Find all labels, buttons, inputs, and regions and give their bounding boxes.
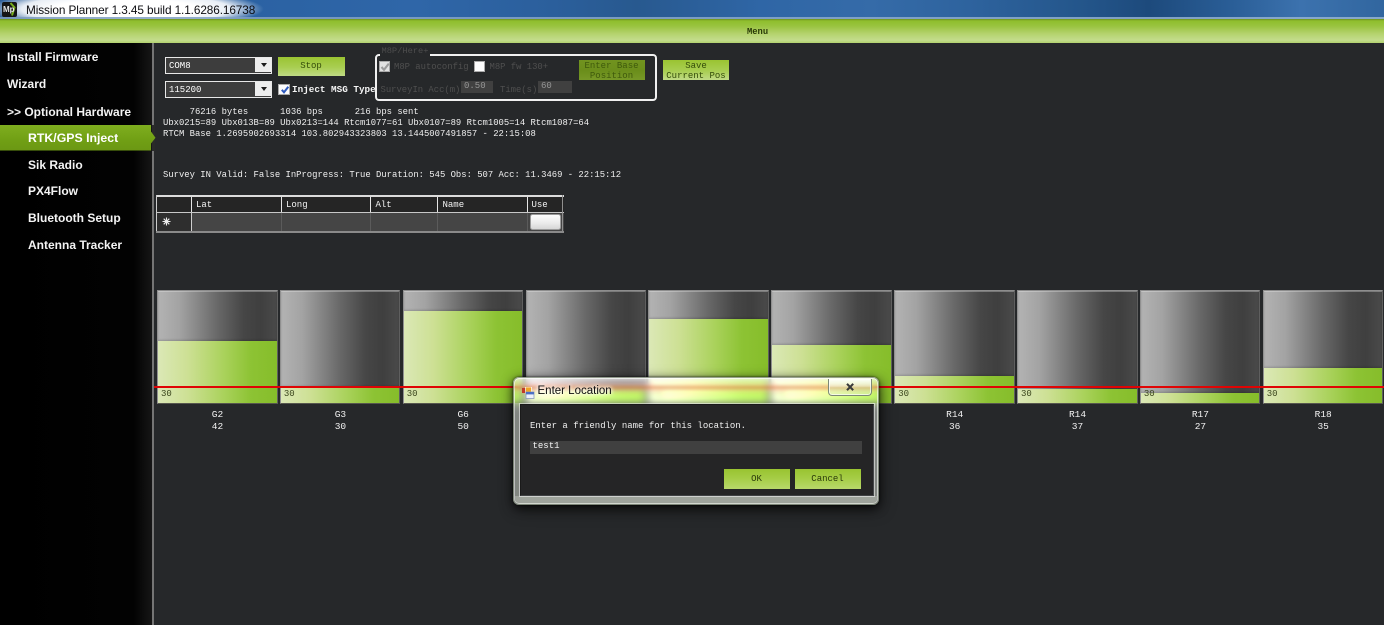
svg-text:Mp: Mp <box>3 5 15 14</box>
